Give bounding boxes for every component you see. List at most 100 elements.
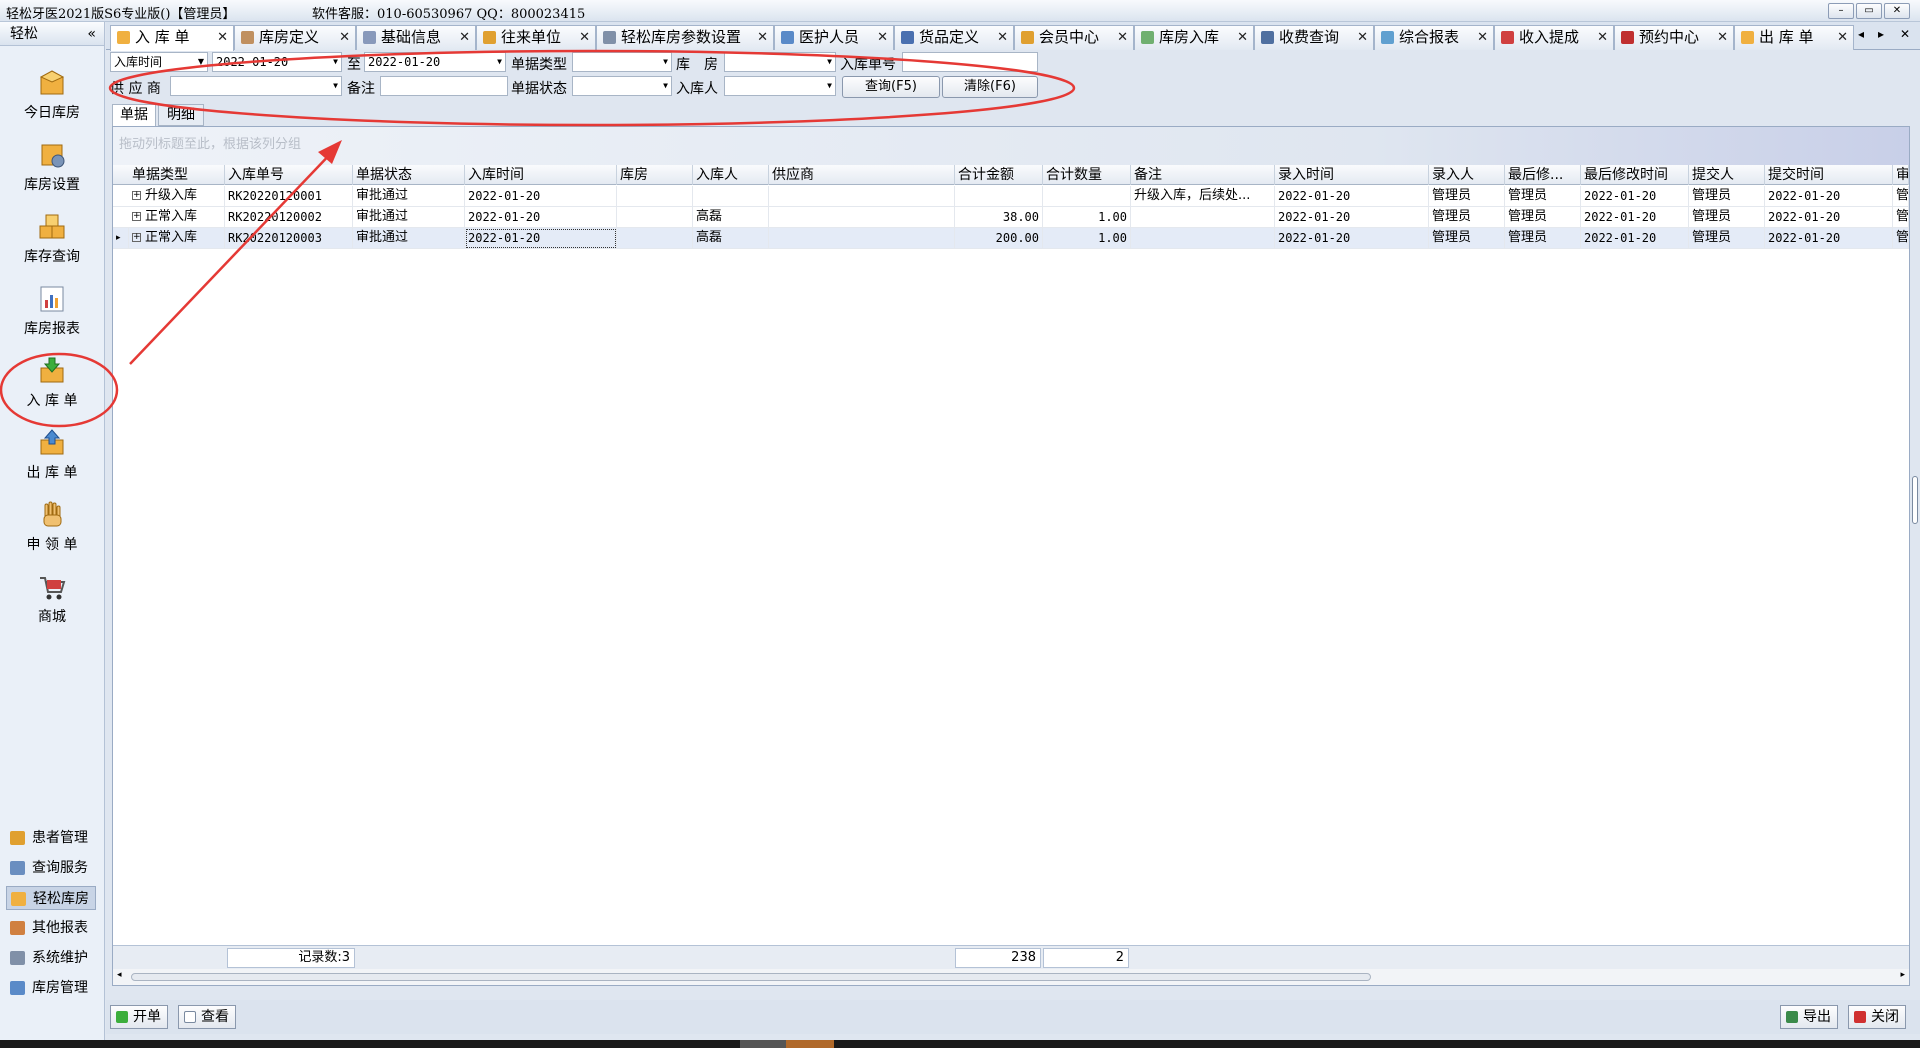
new-order-button[interactable]: 开单 xyxy=(110,1005,168,1029)
close-icon[interactable]: ✕ xyxy=(757,26,768,49)
nav-requisition[interactable]: 申 领 单 xyxy=(2,490,102,560)
close-icon[interactable]: ✕ xyxy=(1597,26,1608,49)
doc-status-select[interactable]: ▼ xyxy=(572,76,672,96)
view-button[interactable]: 查看 xyxy=(178,1005,236,1029)
doc-no-input[interactable] xyxy=(902,52,1038,72)
collapse-sidebar-button[interactable]: « xyxy=(87,22,96,46)
nav-other-reports[interactable]: 其他报表 xyxy=(6,916,96,940)
receiver-select[interactable]: ▼ xyxy=(724,76,836,96)
close-icon[interactable]: ✕ xyxy=(1837,26,1848,49)
tab-contacts[interactable]: 往来单位 ✕ xyxy=(476,25,596,50)
column-header[interactable]: 入库时间 xyxy=(465,165,617,185)
scrollbar-thumb[interactable] xyxy=(131,973,1371,981)
tab-outbound-order[interactable]: 出 库 单 ✕ xyxy=(1734,25,1854,50)
tab-basic-info[interactable]: 基础信息 ✕ xyxy=(356,25,476,50)
column-header[interactable]: 最后修... xyxy=(1505,165,1581,185)
tab-warehouse-definition[interactable]: 库房定义 ✕ xyxy=(234,25,356,50)
doc-type-select[interactable]: ▼ xyxy=(572,52,672,72)
column-header[interactable]: 提交人 xyxy=(1689,165,1765,185)
nav-warehouse-settings[interactable]: 库房设置 xyxy=(2,130,102,200)
column-header[interactable]: 库房 xyxy=(617,165,693,185)
supplier-select[interactable]: ▼ xyxy=(170,76,342,96)
close-all-tabs-icon[interactable]: ✕ xyxy=(1900,27,1910,41)
tab-details[interactable]: 明细 xyxy=(158,104,204,126)
column-header[interactable]: 录入时间 xyxy=(1275,165,1429,185)
tab-fee-query[interactable]: 收费查询 ✕ xyxy=(1254,25,1374,50)
column-header[interactable]: 最后修改时间 xyxy=(1581,165,1689,185)
close-icon[interactable]: ✕ xyxy=(877,26,888,49)
close-icon[interactable]: ✕ xyxy=(997,26,1008,49)
tab-warehouse-params[interactable]: 轻松库房参数设置 ✕ xyxy=(596,25,774,50)
nav-easy-warehouse[interactable]: 轻松库房 xyxy=(6,886,96,910)
table-row[interactable]: + 升级入库 RK20220120001 审批通过 2022-01-20 升级入库… xyxy=(113,186,1909,207)
tab-warehouse-inbound[interactable]: 库房入库 ✕ xyxy=(1134,25,1254,50)
column-header[interactable]: 合计金额 xyxy=(955,165,1043,185)
column-header[interactable]: 合计数量 xyxy=(1043,165,1131,185)
scroll-right-icon[interactable]: ▸ xyxy=(1900,970,1905,980)
expand-icon[interactable]: + xyxy=(132,233,141,242)
nav-today-warehouse[interactable]: 今日库房 xyxy=(2,58,102,128)
close-icon[interactable]: ✕ xyxy=(1117,26,1128,49)
column-header[interactable]: 入库人 xyxy=(693,165,769,185)
column-header[interactable]: 单据类型 xyxy=(129,165,225,185)
expand-icon[interactable]: + xyxy=(132,191,141,200)
expand-icon[interactable]: + xyxy=(132,212,141,221)
nav-system-maintenance[interactable]: 系统维护 xyxy=(6,946,96,970)
nav-patient-management[interactable]: 患者管理 xyxy=(6,826,96,850)
date-to-picker[interactable]: 2022-01-20 ▼ xyxy=(364,52,506,72)
table-row-selected[interactable]: ▸ + 正常入库 RK20220120003 审批通过 2022-01-20 高磊… xyxy=(113,228,1909,249)
column-header[interactable]: 审核 xyxy=(1893,165,1909,185)
horizontal-scrollbar[interactable]: ◂ ▸ xyxy=(113,969,1909,985)
table-row[interactable]: + 正常入库 RK20220120002 审批通过 2022-01-20 高磊 3… xyxy=(113,207,1909,228)
nav-outbound-order[interactable]: 出 库 单 xyxy=(2,418,102,488)
nav-warehouse-report[interactable]: 库房报表 xyxy=(2,274,102,344)
close-icon[interactable]: ✕ xyxy=(459,26,470,49)
remark-input[interactable] xyxy=(380,76,508,96)
clear-button[interactable]: 清除(F6) xyxy=(942,76,1038,98)
minimize-button[interactable]: – xyxy=(1828,3,1854,19)
tab-scroll-right-icon[interactable]: ▸ xyxy=(1878,27,1884,41)
tab-appointment-center[interactable]: 预约中心 ✕ xyxy=(1614,25,1734,50)
column-header[interactable]: 单据状态 xyxy=(353,165,465,185)
column-header[interactable]: 供应商 xyxy=(769,165,955,185)
close-icon[interactable]: ✕ xyxy=(1237,26,1248,49)
taskbar-item[interactable] xyxy=(786,1040,834,1048)
tab-documents[interactable]: 单据 xyxy=(112,104,156,126)
column-header[interactable]: 备注 xyxy=(1131,165,1275,185)
group-by-area[interactable]: 拖动列标题至此，根据该列分组 xyxy=(113,127,1909,165)
column-header[interactable]: 入库单号 xyxy=(225,165,353,185)
close-button[interactable]: 关闭 xyxy=(1848,1005,1906,1029)
taskbar-item[interactable] xyxy=(740,1040,786,1048)
scroll-left-icon[interactable]: ◂ xyxy=(117,970,122,980)
query-button[interactable]: 查询(F5) xyxy=(842,76,940,98)
close-icon[interactable]: ✕ xyxy=(339,26,350,49)
close-icon[interactable]: ✕ xyxy=(1357,26,1368,49)
close-icon[interactable]: ✕ xyxy=(217,26,228,49)
date-type-select[interactable]: 入库时间 ▼ xyxy=(110,52,208,72)
close-window-button[interactable]: ✕ xyxy=(1884,3,1910,19)
nav-inbound-order[interactable]: 入 库 单 xyxy=(2,346,102,416)
tab-scroll-left-icon[interactable]: ◂ xyxy=(1858,27,1864,41)
nav-mall[interactable]: 商城 xyxy=(2,562,102,632)
cell-entry-time: 2022-01-20 xyxy=(1275,228,1429,249)
column-header[interactable]: 录入人 xyxy=(1429,165,1505,185)
export-button[interactable]: 导出 xyxy=(1780,1005,1838,1029)
tab-inbound-order[interactable]: 入 库 单 ✕ xyxy=(110,25,234,51)
column-header[interactable]: 提交时间 xyxy=(1765,165,1893,185)
close-icon[interactable]: ✕ xyxy=(1477,26,1488,49)
tab-member-center[interactable]: 会员中心 ✕ xyxy=(1014,25,1134,50)
close-icon[interactable]: ✕ xyxy=(1717,26,1728,49)
nav-stock-query[interactable]: 库存查询 xyxy=(2,202,102,272)
cell-qty: 1.00 xyxy=(1043,228,1131,249)
tab-medical-staff[interactable]: 医护人员 ✕ xyxy=(774,25,894,50)
tab-goods-definition[interactable]: 货品定义 ✕ xyxy=(894,25,1014,50)
tab-income-commission[interactable]: 收入提成 ✕ xyxy=(1494,25,1614,50)
tab-comprehensive-report[interactable]: 综合报表 ✕ xyxy=(1374,25,1494,50)
date-from-picker[interactable]: 2022-01-20 ▼ xyxy=(212,52,342,72)
nav-warehouse-management[interactable]: 库房管理 xyxy=(6,976,96,1000)
warehouse-select[interactable]: ▼ xyxy=(724,52,836,72)
restore-button[interactable]: ▭ xyxy=(1856,3,1882,19)
nav-query-service[interactable]: 查询服务 xyxy=(6,856,96,880)
close-icon[interactable]: ✕ xyxy=(579,26,590,49)
vertical-scroll-handle[interactable] xyxy=(1912,476,1918,524)
